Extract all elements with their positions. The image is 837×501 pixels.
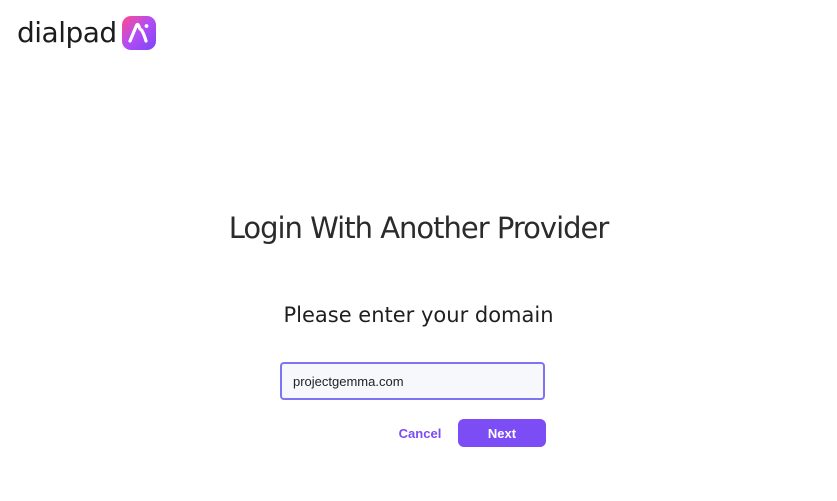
domain-prompt: Please enter your domain xyxy=(283,303,554,327)
ai-glyph-icon xyxy=(128,22,149,43)
logo-wordmark: dialpad xyxy=(17,16,117,49)
cancel-button[interactable]: Cancel xyxy=(394,419,446,447)
page-title: Login With Another Provider xyxy=(228,211,610,245)
domain-input[interactable] xyxy=(280,362,545,400)
next-button[interactable]: Next xyxy=(458,419,546,447)
login-page: dialpad Login With Another Provider Plea… xyxy=(0,0,837,501)
dialpad-logo[interactable]: dialpad xyxy=(17,16,156,50)
dialpad-ai-logo-icon xyxy=(121,16,156,50)
